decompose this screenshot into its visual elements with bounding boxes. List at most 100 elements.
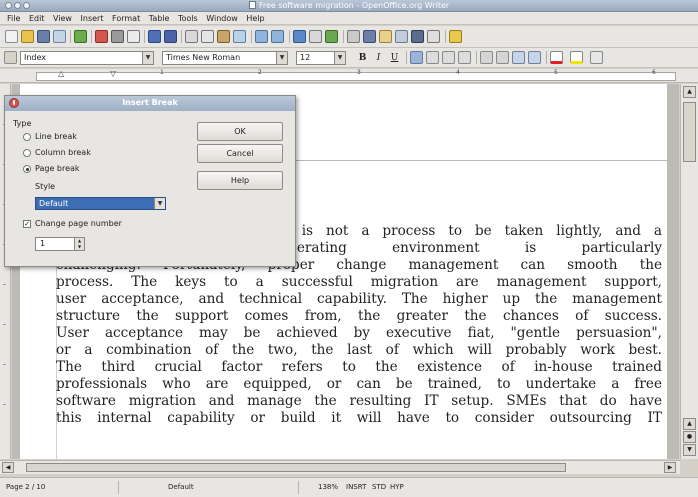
paragraph-style-select[interactable]: Index ▼	[20, 51, 154, 65]
menu-bar: File Edit View Insert Format Table Tools…	[0, 12, 698, 25]
export-pdf-icon[interactable]	[95, 30, 108, 43]
hyperlink-icon[interactable]	[293, 30, 306, 43]
decrement-icon[interactable]: ▼	[75, 244, 84, 250]
line-break-radio[interactable]	[23, 133, 31, 141]
align-right-icon[interactable]	[442, 51, 455, 64]
menu-table[interactable]: Table	[146, 12, 173, 25]
scroll-right-icon[interactable]: ▶	[664, 462, 676, 473]
zoom-icon[interactable]	[427, 30, 440, 43]
navigation-icon[interactable]: ●	[683, 431, 696, 443]
next-page-icon[interactable]: ▼	[683, 444, 696, 456]
decrease-indent-icon[interactable]	[512, 51, 525, 64]
numbering-icon[interactable]	[480, 51, 493, 64]
column-break-label[interactable]: Column break	[35, 148, 91, 157]
hyperlink-mode-indicator[interactable]: HYP	[390, 482, 404, 493]
bullets-icon[interactable]	[496, 51, 509, 64]
dialog-title: Insert Break	[122, 98, 178, 107]
indent-marker-icon[interactable]: ▽	[110, 69, 116, 78]
style-select[interactable]: Default ▼	[35, 197, 166, 210]
data-sources-icon[interactable]	[395, 30, 408, 43]
italic-button[interactable]: I	[372, 51, 385, 65]
menu-help[interactable]: Help	[243, 12, 267, 25]
horizontal-ruler[interactable]: 1 2 3 4 5 6 ▽ △	[0, 69, 698, 83]
standard-toolbar	[0, 26, 698, 48]
ok-button[interactable]: OK	[197, 122, 283, 141]
page-preview-icon[interactable]	[127, 30, 140, 43]
open-folder-icon[interactable]	[21, 30, 34, 43]
menu-insert[interactable]: Insert	[78, 12, 107, 25]
insert-mode-indicator[interactable]: INSRT	[346, 482, 366, 493]
show-draw-functions-icon[interactable]	[325, 30, 338, 43]
page-style-indicator[interactable]: Default	[168, 482, 194, 493]
menu-format[interactable]: Format	[109, 12, 143, 25]
font-color-icon[interactable]	[550, 51, 563, 64]
scroll-thumb[interactable]	[26, 463, 566, 472]
edit-file-icon[interactable]	[74, 30, 87, 43]
print-icon[interactable]	[111, 30, 124, 43]
page-break-label[interactable]: Page break	[35, 164, 80, 173]
tab-marker-icon[interactable]: △	[58, 69, 64, 78]
autospellcheck-icon[interactable]	[164, 30, 177, 43]
change-page-number-label[interactable]: Change page number	[35, 219, 122, 228]
previous-page-icon[interactable]: ▲	[683, 418, 696, 430]
ruler-number: 2	[258, 69, 262, 76]
email-icon[interactable]	[53, 30, 66, 43]
insert-table-icon[interactable]	[309, 30, 322, 43]
cancel-button[interactable]: Cancel	[197, 144, 283, 163]
styles-formatting-icon[interactable]	[4, 51, 17, 64]
horizontal-scrollbar[interactable]: ◀ ▶	[0, 460, 680, 474]
formatting-toolbar: Index ▼ Times New Roman ▼ 12 ▼ B I U	[0, 48, 698, 68]
format-paintbrush-icon[interactable]	[233, 30, 246, 43]
scroll-up-icon[interactable]: ▲	[683, 86, 696, 98]
toolbar-separator	[181, 30, 182, 43]
help-icon[interactable]	[449, 30, 462, 43]
chevron-down-icon[interactable]: ▼	[154, 198, 165, 209]
selection-mode-indicator[interactable]: STD	[372, 482, 386, 493]
chevron-down-icon[interactable]: ▼	[276, 52, 287, 64]
underline-button[interactable]: U	[388, 51, 401, 65]
undo-icon[interactable]	[255, 30, 268, 43]
new-document-icon[interactable]	[5, 30, 18, 43]
background-color-icon[interactable]	[590, 51, 603, 64]
page-break-radio[interactable]	[23, 165, 31, 173]
menu-file[interactable]: File	[4, 12, 23, 25]
align-center-icon[interactable]	[426, 51, 439, 64]
align-left-icon[interactable]	[410, 51, 423, 64]
menu-window[interactable]: Window	[203, 12, 241, 25]
ruler-number: 4	[456, 69, 460, 76]
bold-button[interactable]: B	[356, 51, 369, 65]
formatting-marks-icon[interactable]	[411, 30, 424, 43]
menu-edit[interactable]: Edit	[26, 12, 48, 25]
font-name-select[interactable]: Times New Roman ▼	[162, 51, 288, 65]
increase-indent-icon[interactable]	[528, 51, 541, 64]
change-page-number-checkbox[interactable]: ✓	[23, 220, 31, 228]
help-button[interactable]: Help	[197, 171, 283, 190]
copy-icon[interactable]	[201, 30, 214, 43]
redo-icon[interactable]	[271, 30, 284, 43]
scroll-thumb[interactable]	[683, 102, 696, 162]
column-break-radio[interactable]	[23, 149, 31, 157]
writer-document-icon	[248, 1, 256, 9]
save-icon[interactable]	[37, 30, 50, 43]
gallery-icon[interactable]	[379, 30, 392, 43]
justify-icon[interactable]	[458, 51, 471, 64]
vertical-scrollbar[interactable]: ▲ ▲ ● ▼	[680, 84, 698, 459]
menu-tools[interactable]: Tools	[175, 12, 201, 25]
line-break-label[interactable]: Line break	[35, 132, 77, 141]
chevron-down-icon[interactable]: ▼	[334, 52, 345, 64]
highlighting-icon[interactable]	[570, 51, 583, 64]
chevron-down-icon[interactable]: ▼	[142, 52, 153, 64]
zoom-indicator[interactable]: 138%	[318, 482, 338, 493]
font-size-select[interactable]: 12 ▼	[296, 51, 346, 65]
dialog-title-bar: Insert Break	[5, 96, 295, 111]
page-number-stepper[interactable]: 1 ▲ ▼	[35, 237, 85, 251]
scroll-left-icon[interactable]: ◀	[2, 462, 14, 473]
cut-icon[interactable]	[185, 30, 198, 43]
find-replace-icon[interactable]	[347, 30, 360, 43]
paste-icon[interactable]	[217, 30, 230, 43]
spellcheck-icon[interactable]	[148, 30, 161, 43]
insert-break-dialog: Insert Break Type Line break Column brea…	[4, 95, 296, 267]
page-indicator[interactable]: Page 2 / 10	[6, 482, 45, 493]
menu-view[interactable]: View	[50, 12, 75, 25]
navigator-icon[interactable]	[363, 30, 376, 43]
